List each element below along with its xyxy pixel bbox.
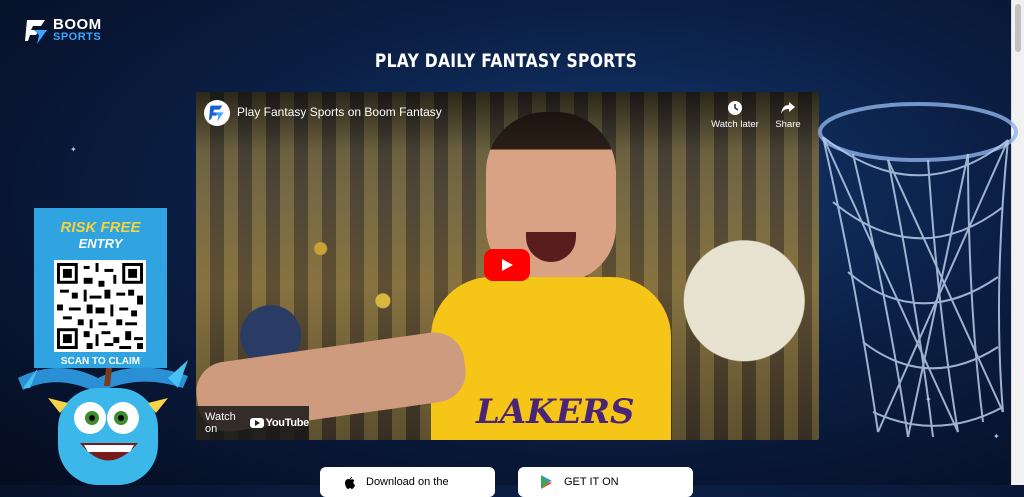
clock-icon [728, 101, 742, 115]
qr-code[interactable] [54, 260, 146, 352]
youtube-label: YouTube [265, 417, 310, 429]
video-player[interactable]: LAKERS Play Fantasy Sports on Boom Fanta… [196, 92, 819, 440]
youtube-play-icon [249, 418, 264, 428]
risk-free-promo-card[interactable]: RISK FREE ENTRY SCAN TO CLAIM [34, 208, 167, 368]
brand-subname: SPORTS [53, 31, 102, 43]
play-icon [502, 259, 513, 271]
jersey-text: LAKERS [476, 392, 635, 432]
apple-icon [345, 477, 355, 489]
youtube-logo: YouTube [249, 417, 310, 429]
watch-later-label: Watch later [711, 119, 759, 130]
boom-logo-icon [209, 105, 224, 122]
promo-subtitle: ENTRY [78, 236, 123, 251]
share-arrow-icon [781, 102, 795, 114]
app-store-button[interactable]: Download on the [320, 467, 495, 497]
app-store-label: Download on the [366, 476, 449, 488]
watch-on-label: Watch on [205, 411, 236, 435]
channel-avatar[interactable] [204, 100, 230, 126]
share-button[interactable]: Share [760, 100, 816, 130]
google-play-button[interactable]: GET IT ON [518, 467, 693, 497]
play-button[interactable] [484, 249, 530, 281]
watch-on-youtube-button[interactable]: Watch on YouTube [196, 406, 309, 440]
boom-logo-icon [25, 20, 47, 44]
share-label: Share [775, 119, 801, 130]
video-title[interactable]: Play Fantasy Sports on Boom Fantasy [237, 105, 442, 119]
mascot-icon [18, 360, 188, 485]
basketball-hoop-icon [818, 102, 1018, 438]
brand-logo[interactable]: Boom SPORTS [25, 16, 102, 44]
google-play-label: GET IT ON [564, 476, 619, 488]
promo-title: RISK FREE [60, 219, 141, 236]
brand-name: Boom [53, 16, 102, 33]
sparkle-icon: ✦ [70, 145, 77, 154]
page-headline: PLAY DAILY FANTASY SPORTS [374, 50, 638, 72]
watch-later-button[interactable]: Watch later [707, 100, 763, 130]
google-play-icon [541, 475, 552, 489]
scrollbar-thumb[interactable] [1015, 4, 1021, 52]
qr-code-icon [57, 263, 143, 349]
